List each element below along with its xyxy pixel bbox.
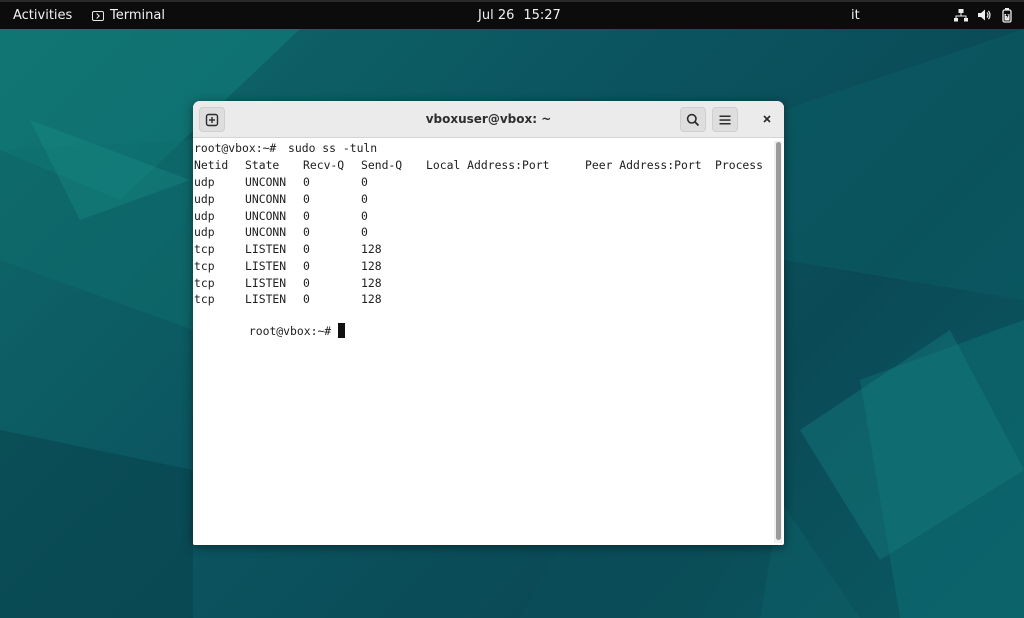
terminal-window[interactable]: vboxuser@vbox: ~ root@vbox:~# sudo ss -t…: [193, 101, 784, 545]
terminal-command: sudo ss -tuln: [288, 141, 378, 155]
clock-time: 15:27: [523, 8, 561, 23]
app-menu-terminal[interactable]: Terminal: [92, 8, 165, 23]
terminal-output[interactable]: root@vbox:~# sudo ss -tuln Netid State Rec…: [193, 139, 773, 545]
cell-recv-q: 0: [303, 275, 310, 290]
clock-button[interactable]: Jul 26 15:27: [478, 8, 561, 23]
cell-netid: udp: [194, 208, 215, 223]
header-sendq: Send-Q: [361, 158, 403, 172]
activities-button[interactable]: Activities: [13, 8, 72, 23]
cell-send-q: 128: [361, 292, 382, 307]
terminal-final-line: root@vbox:~#: [194, 309, 346, 338]
header-local-address: Local Address:Port: [426, 158, 550, 172]
header-state: State: [245, 158, 280, 172]
keyboard-layout-indicator[interactable]: it: [851, 8, 865, 23]
cell-send-q: 128: [361, 258, 382, 273]
cell-send-q: 0: [361, 225, 368, 240]
cell-recv-q: 0: [303, 225, 310, 240]
cell-send-q: 0: [361, 191, 368, 206]
cell-send-q: 128: [361, 275, 382, 290]
main-menu-button[interactable]: [712, 107, 738, 132]
terminal-command-line: root@vbox:~# sudo ss -tuln: [194, 141, 377, 158]
cell-state: LISTEN: [245, 275, 287, 290]
system-tray[interactable]: it: [851, 7, 1014, 23]
app-menu-label: Terminal: [110, 8, 165, 23]
cell-state: UNCONN: [245, 208, 287, 223]
cell-recv-q: 0: [303, 242, 310, 256]
cell-state: UNCONN: [245, 225, 287, 240]
search-button[interactable]: [680, 107, 706, 132]
header-recvq: Recv-Q: [303, 158, 345, 172]
cell-state: UNCONN: [245, 175, 287, 189]
header-peer-address: Peer Address:Port: [585, 158, 702, 172]
cell-netid: tcp: [194, 275, 215, 290]
cell-state: LISTEN: [245, 242, 287, 256]
cell-recv-q: 0: [303, 292, 310, 307]
battery-icon: [1002, 8, 1012, 23]
cell-state: LISTEN: [245, 258, 287, 273]
header-netid: Netid: [194, 158, 229, 172]
terminal-scrollbar[interactable]: [774, 141, 782, 543]
window-headerbar[interactable]: vboxuser@vbox: ~: [193, 101, 784, 138]
volume-icon: [978, 9, 991, 21]
cell-netid: udp: [194, 191, 215, 206]
hamburger-menu-icon: [719, 115, 731, 124]
cell-netid: udp: [194, 175, 215, 189]
cell-send-q: 128: [361, 242, 382, 256]
cell-send-q: 0: [361, 175, 368, 189]
header-process: Process: [715, 158, 764, 172]
cell-recv-q: 0: [303, 191, 310, 206]
cell-netid: tcp: [194, 258, 215, 273]
terminal-prompt-final: root@vbox:~#: [194, 309, 346, 352]
terminal-app-icon: [92, 10, 104, 21]
cell-netid: udp: [194, 225, 215, 240]
cell-state: LISTEN: [245, 292, 287, 307]
close-icon: [763, 115, 771, 123]
cell-netid: tcp: [194, 292, 215, 307]
scrollbar-thumb[interactable]: [776, 142, 781, 540]
cell-recv-q: 0: [303, 258, 310, 273]
search-icon: [686, 113, 700, 126]
cell-state: UNCONN: [245, 191, 287, 206]
cell-recv-q: 0: [303, 208, 310, 223]
final-prompt-text: root@vbox:~#: [248, 324, 332, 338]
cell-netid: tcp: [194, 242, 215, 256]
top-bar: Activities Terminal Jul 26 15:27 it: [0, 0, 1024, 29]
network-wired-icon: [954, 9, 968, 22]
close-button[interactable]: [758, 110, 776, 128]
cell-recv-q: 0: [303, 175, 310, 189]
text-cursor: [338, 323, 346, 338]
cell-send-q: 0: [361, 208, 368, 223]
clock-date: Jul 26: [478, 8, 515, 23]
terminal-prompt: root@vbox:~#: [194, 141, 277, 155]
